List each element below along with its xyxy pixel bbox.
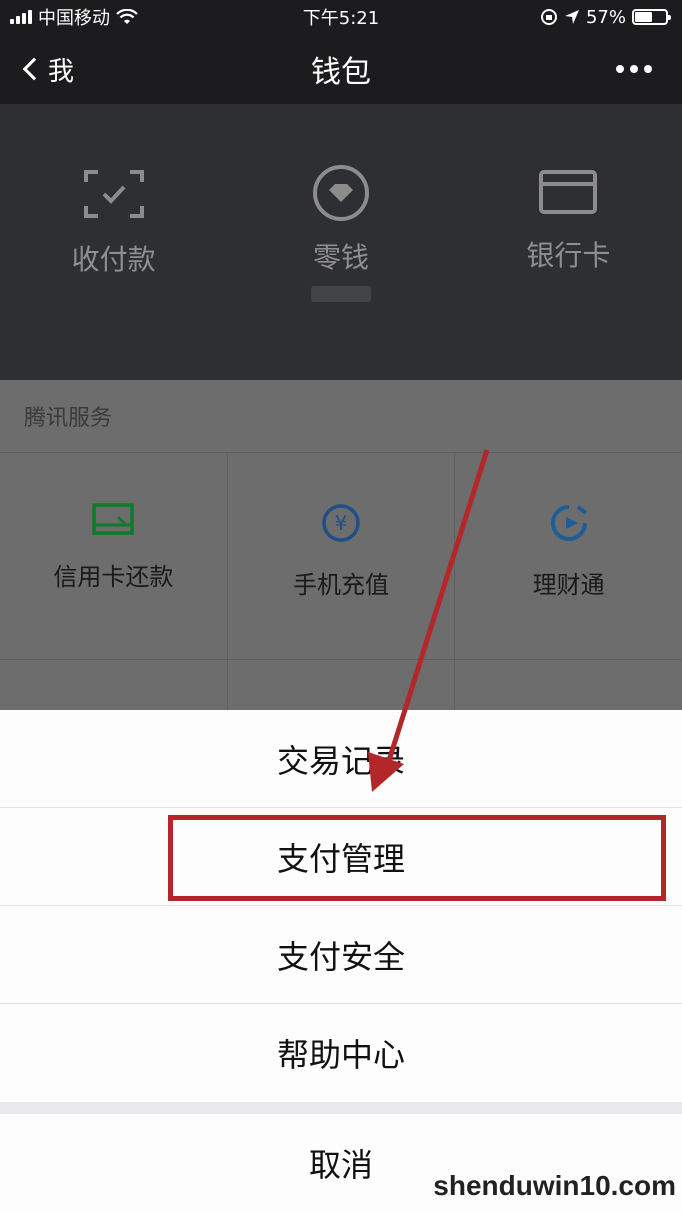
page-title: 钱包 — [311, 55, 371, 90]
service-credit-card[interactable]: 信用卡还款 — [0, 453, 228, 659]
location-icon — [564, 10, 579, 24]
mobile-recharge-icon: ¥ — [322, 504, 360, 542]
wallet-item-label: 零钱 — [312, 241, 369, 274]
sheet-divider — [0, 1102, 682, 1114]
action-sheet: 交易记录 支付管理 支付安全 帮助中心 取消 — [0, 710, 682, 1212]
service-label: 理财通 — [532, 571, 605, 599]
more-dots-icon — [616, 65, 624, 73]
menu-item-transactions[interactable]: 交易记录 — [0, 710, 682, 808]
wifi-icon — [116, 9, 138, 24]
change-balance-blur — [310, 286, 371, 302]
svg-text:¥: ¥ — [335, 511, 348, 535]
wealth-icon — [550, 505, 587, 541]
service-mobile-recharge[interactable]: ¥ 手机充值 — [228, 453, 456, 659]
services-grid: 信用卡还款 ¥ 手机充值 理财通 — [0, 452, 682, 659]
section-title: 腾讯服务 — [24, 406, 113, 431]
status-bar: 中国移动 下午5:21 57% — [0, 0, 682, 34]
battery-icon — [632, 9, 671, 25]
wallet-item-change[interactable]: 零钱 — [227, 104, 454, 380]
menu-item-payment-security[interactable]: 支付安全 — [0, 906, 682, 1004]
more-button[interactable] — [616, 34, 652, 104]
bank-card-icon — [539, 170, 598, 214]
watermark: shenduwin10.com — [433, 1170, 676, 1201]
wallet-item-bank-card[interactable]: 银行卡 — [455, 104, 682, 380]
wallet-item-label: 收付款 — [71, 243, 156, 276]
battery-percent: 57% — [585, 6, 626, 28]
rotation-lock-icon — [540, 9, 557, 25]
signal-icon — [10, 10, 32, 24]
wallet-item-pay[interactable]: 收付款 — [0, 104, 227, 380]
menu-item-help-center[interactable]: 帮助中心 — [0, 1004, 682, 1102]
nav-bar: 我 钱包 — [0, 34, 682, 104]
wallet-item-label: 银行卡 — [526, 239, 611, 272]
chevron-left-icon — [22, 57, 46, 81]
wallet-panel: 收付款 零钱 银行卡 — [0, 104, 682, 380]
service-label: 信用卡还款 — [53, 563, 174, 591]
service-wealth[interactable]: 理财通 — [455, 453, 682, 659]
service-label: 手机充值 — [293, 571, 389, 599]
credit-card-repay-icon — [92, 503, 135, 535]
services-section: 腾讯服务 信用卡还款 ¥ 手机充值 理财通 — [0, 380, 682, 719]
change-icon — [312, 165, 369, 221]
carrier-label: 中国移动 — [38, 8, 110, 29]
back-label: 我 — [48, 56, 75, 87]
back-button[interactable]: 我 — [20, 34, 74, 104]
highlight-box — [168, 815, 666, 901]
scan-pay-icon — [83, 170, 144, 218]
